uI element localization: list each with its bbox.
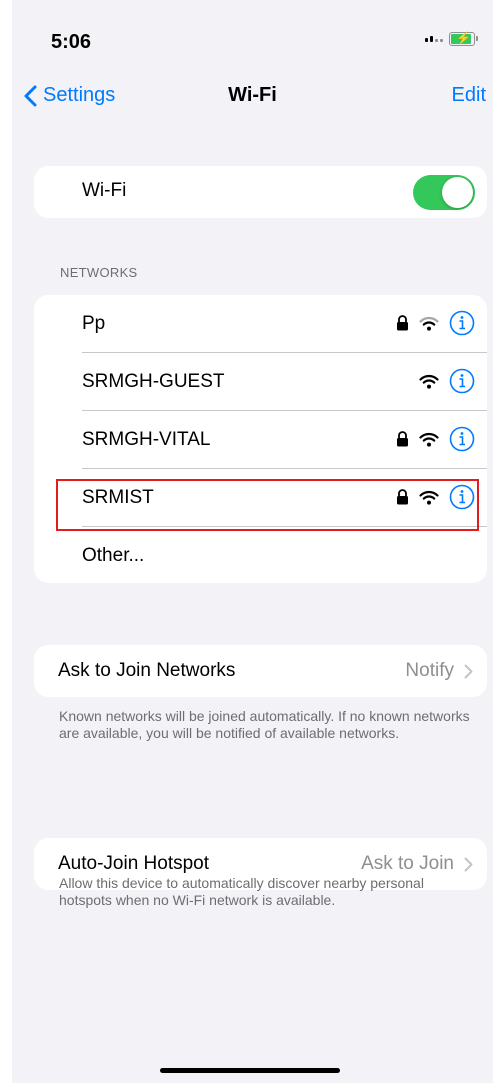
info-icon[interactable]	[449, 426, 475, 452]
wifi-signal-icon	[419, 316, 439, 331]
networks-section-header: NETWORKS	[60, 265, 138, 280]
ask-to-join-footnote: Known networks will be joined automatica…	[59, 708, 470, 741]
back-label: Settings	[43, 84, 116, 106]
info-icon[interactable]	[449, 368, 475, 394]
status-indicators: ⚡	[425, 31, 478, 46]
network-name: SRMGH-GUEST	[82, 371, 225, 392]
chevron-right-icon	[464, 664, 473, 678]
lock-icon	[397, 431, 408, 447]
auto-join-hotspot-footnote: Allow this device to automatically disco…	[59, 875, 424, 908]
ask-to-join-label: Ask to Join Networks	[58, 660, 236, 681]
network-name: SRMGH-VITAL	[82, 429, 211, 450]
lock-icon	[397, 315, 408, 331]
network-row-srmist[interactable]: SRMIST	[34, 469, 487, 527]
wifi-signal-icon	[419, 432, 439, 447]
network-name: Other...	[82, 545, 145, 566]
battery-charging-icon: ⚡	[449, 31, 478, 46]
status-time: 5:06	[51, 31, 92, 53]
networks-list: Pp SRMGH-GUEST SRMGH-VITAL SRMIST Other.…	[34, 295, 487, 583]
ask-to-join-networks-row[interactable]: Ask to Join Networks Notify	[34, 645, 487, 697]
auto-join-hotspot-label: Auto-Join Hotspot	[58, 853, 210, 874]
network-row-other[interactable]: Other...	[34, 527, 487, 583]
wifi-label: Wi-Fi	[82, 180, 127, 201]
cellular-signal-icon	[425, 36, 443, 42]
wifi-toggle[interactable]	[413, 175, 475, 210]
home-indicator[interactable]	[160, 1068, 340, 1073]
network-row-srmgh-vital[interactable]: SRMGH-VITAL	[34, 411, 487, 469]
network-row-srmgh-guest[interactable]: SRMGH-GUEST	[34, 353, 487, 411]
wifi-toggle-row: Wi-Fi	[34, 166, 487, 218]
info-icon[interactable]	[449, 484, 475, 510]
chevron-right-icon	[464, 857, 473, 871]
auto-join-hotspot-value: Ask to Join	[361, 853, 454, 874]
wifi-signal-icon	[419, 490, 439, 505]
lock-icon	[397, 489, 408, 505]
network-name: Pp	[82, 313, 106, 334]
chevron-left-icon	[24, 85, 37, 106]
back-to-settings-button[interactable]: Settings	[24, 84, 115, 107]
network-name: SRMIST	[82, 487, 154, 508]
wifi-settings-screen: 5:06 ⚡ Settings Wi-Fi Edit Wi-Fi NETWORK…	[12, 0, 493, 1083]
info-icon[interactable]	[449, 310, 475, 336]
ask-to-join-value: Notify	[405, 660, 454, 681]
wifi-signal-icon	[419, 374, 439, 389]
edit-button[interactable]: Edit	[452, 84, 486, 107]
network-row-pp[interactable]: Pp	[34, 295, 487, 353]
toggle-knob	[442, 177, 473, 208]
